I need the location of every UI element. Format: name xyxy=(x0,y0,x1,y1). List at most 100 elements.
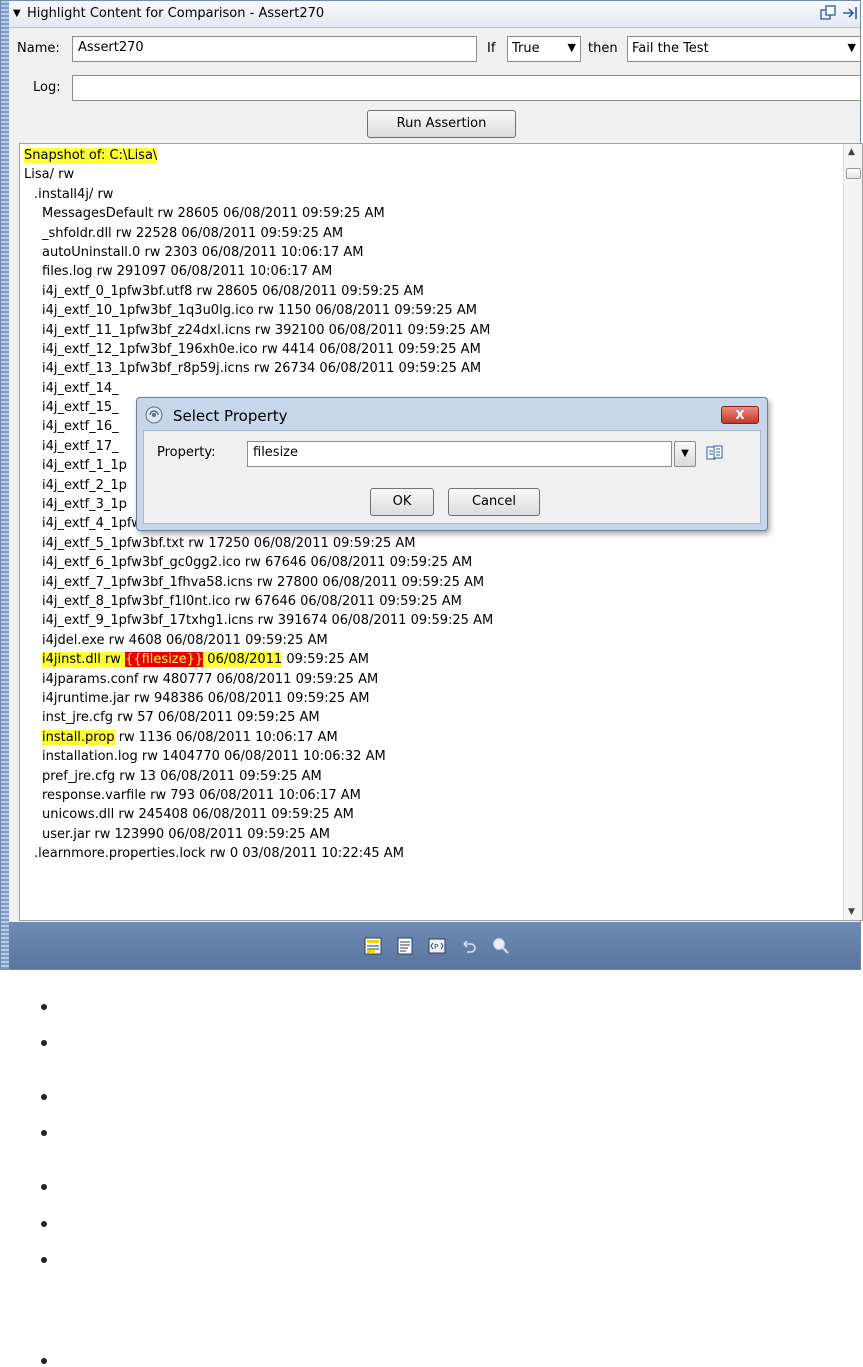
content-line[interactable]: i4j_extf_12_1pfw3bf_196xh0e.ico rw 4414 … xyxy=(24,340,842,359)
line-text: MessagesDefault rw 28605 06/08/2011 09:5… xyxy=(42,206,385,222)
line-text: response.varfile rw 793 06/08/2011 10:06… xyxy=(42,787,361,803)
panel-titlebar: ▼ Highlight Content for Comparison - Ass… xyxy=(9,1,860,28)
snapshot-content-view[interactable]: Snapshot of: C:\Lisa\ Lisa/ rw .install4j/… xyxy=(19,143,863,921)
content-line[interactable]: Snapshot of: C:\Lisa\ xyxy=(24,146,842,165)
dialog-body: Property: filesize ▼ OK Cancel xyxy=(143,430,761,524)
content-line[interactable]: i4j_extf_14_ xyxy=(24,379,842,398)
name-field[interactable]: Assert270 xyxy=(72,36,477,62)
line-text: i4j_extf_12_1pfw3bf_196xh0e.ico rw 4414 … xyxy=(42,341,481,357)
content-line[interactable]: i4jparams.conf rw 480777 06/08/2011 09:5… xyxy=(24,670,842,689)
scrollbar-thumb[interactable] xyxy=(846,168,861,179)
line-text: i4j_extf_2_1p xyxy=(42,477,127,493)
chevron-down-icon: ▼ xyxy=(681,448,689,459)
content-line[interactable]: i4j_extf_11_1pfw3bf_z24dxl.icns rw 39210… xyxy=(24,321,842,340)
content-line[interactable]: i4jdel.exe rw 4608 06/08/2011 09:59:25 A… xyxy=(24,631,842,650)
line-text: i4jparams.conf rw 480777 06/08/2011 09:5… xyxy=(42,671,379,687)
content-line[interactable]: user.jar rw 123990 06/08/2011 09:59:25 A… xyxy=(24,825,842,844)
pin-window-icon[interactable] xyxy=(842,5,858,21)
content-line[interactable]: i4j_extf_6_1pfw3bf_gc0gg2.ico rw 67646 0… xyxy=(24,553,842,572)
chevron-down-icon: ▼ xyxy=(847,41,856,54)
line-text: i4j_extf_6_1pfw3bf_gc0gg2.ico rw 67646 0… xyxy=(42,555,473,571)
content-line[interactable]: .learnmore.properties.lock rw 0 03/08/20… xyxy=(24,844,842,863)
line-text: rw 1136 06/08/2011 10:06:17 AM xyxy=(114,729,338,745)
highlight-icon[interactable] xyxy=(364,937,382,955)
line-text: i4j_extf_17_ xyxy=(42,438,119,454)
float-window-icon[interactable] xyxy=(820,5,836,21)
line-text: i4j_extf_1_1p xyxy=(42,458,127,474)
property-icon[interactable]: P xyxy=(428,937,446,955)
undo-icon[interactable] xyxy=(460,937,478,955)
run-assertion-button[interactable]: Run Assertion xyxy=(367,110,516,138)
vertical-scrollbar[interactable]: ▲ ▼ xyxy=(843,144,862,920)
content-line[interactable]: installation.log rw 1404770 06/08/2011 1… xyxy=(24,747,842,766)
line-text: pref_jre.cfg rw 13 06/08/2011 09:59:25 A… xyxy=(42,768,322,784)
property-dropdown-button[interactable]: ▼ xyxy=(674,441,696,467)
line-text: user.jar rw 123990 06/08/2011 09:59:25 A… xyxy=(42,826,330,842)
line-text: unicows.dll rw 245408 06/08/2011 09:59:2… xyxy=(42,807,354,823)
line-text: i4j_extf_9_1pfw3bf_17txhg1.icns rw 39167… xyxy=(42,613,494,629)
name-label: Name: xyxy=(17,41,60,56)
if-select-value: True xyxy=(512,41,540,56)
content-line[interactable]: i4j_extf_10_1pfw3bf_1q3u0lg.ico rw 1150 … xyxy=(24,301,842,320)
line-text: i4jdel.exe rw 4608 06/08/2011 09:59:25 A… xyxy=(42,632,328,648)
line-text: i4j_extf_14_ xyxy=(42,380,119,396)
line-text: i4j_extf_0_1pfw3bf.utf8 rw 28605 06/08/2… xyxy=(42,283,424,299)
content-line[interactable]: i4jinst.dll rw {{filesize}} 06/08/2011 0… xyxy=(24,650,842,669)
list-bullet xyxy=(41,1221,47,1227)
copy-icon[interactable] xyxy=(706,444,724,462)
line-text: files.log rw 291097 06/08/2011 10:06:17 … xyxy=(42,264,333,280)
line-text: inst_jre.cfg rw 57 06/08/2011 09:59:25 A… xyxy=(42,710,320,726)
content-line[interactable]: _shfoldr.dll rw 22528 06/08/2011 09:59:2… xyxy=(24,224,842,243)
text-view-icon[interactable] xyxy=(396,937,414,955)
content-line[interactable]: Lisa/ rw xyxy=(24,165,842,184)
content-line[interactable]: response.varfile rw 793 06/08/2011 10:06… xyxy=(24,786,842,805)
property-label: Property: xyxy=(157,445,216,460)
line-text: i4j_extf_13_1pfw3bf_r8p59j.icns rw 26734… xyxy=(42,361,482,377)
content-line[interactable]: i4j_extf_13_1pfw3bf_r8p59j.icns rw 26734… xyxy=(24,359,842,378)
highlight-text: Snapshot of: C:\Lisa\ xyxy=(24,148,158,163)
scroll-down-icon[interactable]: ▼ xyxy=(848,907,855,917)
content-line[interactable]: i4j_extf_0_1pfw3bf.utf8 rw 28605 06/08/2… xyxy=(24,282,842,301)
collapse-arrow-icon[interactable]: ▼ xyxy=(13,8,21,19)
content-line[interactable]: i4j_extf_7_1pfw3bf_1fhva58.icns rw 27800… xyxy=(24,573,842,592)
list-bullet xyxy=(41,1130,47,1136)
then-select[interactable]: Fail the Test ▼ xyxy=(627,36,861,62)
line-text: i4j_extf_10_1pfw3bf_1q3u0lg.ico rw 1150 … xyxy=(42,303,477,319)
line-text: i4j_extf_3_1p xyxy=(42,497,127,513)
ok-button[interactable]: OK xyxy=(370,488,434,516)
content-line[interactable]: unicows.dll rw 245408 06/08/2011 09:59:2… xyxy=(24,805,842,824)
highlight-variable: {{filesize}} xyxy=(125,652,204,668)
property-input[interactable]: filesize xyxy=(247,441,672,467)
app-icon xyxy=(145,406,163,424)
svg-text:P: P xyxy=(434,943,438,951)
content-line[interactable]: files.log rw 291097 06/08/2011 10:06:17 … xyxy=(24,262,842,281)
line-text: autoUninstall.0 rw 2303 06/08/2011 10:06… xyxy=(42,244,364,260)
log-field[interactable] xyxy=(72,75,861,101)
content-line[interactable]: i4j_extf_9_1pfw3bf_17txhg1.icns rw 39167… xyxy=(24,611,842,630)
chevron-down-icon: ▼ xyxy=(567,41,576,54)
content-line[interactable]: MessagesDefault rw 28605 06/08/2011 09:5… xyxy=(24,204,842,223)
log-label: Log: xyxy=(33,80,61,95)
list-bullet xyxy=(41,1257,47,1263)
content-line[interactable]: i4j_extf_5_1pfw3bf.txt rw 17250 06/08/20… xyxy=(24,534,842,553)
if-select[interactable]: True ▼ xyxy=(507,36,581,62)
scroll-up-icon[interactable]: ▲ xyxy=(848,147,855,157)
line-text: Lisa/ rw xyxy=(24,167,75,183)
line-text: i4j_extf_8_1pfw3bf_f1l0nt.ico rw 67646 0… xyxy=(42,593,462,609)
content-line[interactable]: i4j_extf_8_1pfw3bf_f1l0nt.ico rw 67646 0… xyxy=(24,592,842,611)
panel-drag-strip[interactable] xyxy=(1,1,9,969)
content-line[interactable]: .install4j/ rw xyxy=(24,185,842,204)
content-line[interactable]: i4jruntime.jar rw 948386 06/08/2011 09:5… xyxy=(24,689,842,708)
content-line[interactable]: install.prop rw 1136 06/08/2011 10:06:17… xyxy=(24,728,842,747)
line-text: _shfoldr.dll rw 22528 06/08/2011 09:59:2… xyxy=(42,225,344,241)
cancel-button[interactable]: Cancel xyxy=(448,488,540,516)
list-bullet xyxy=(41,1184,47,1190)
content-line[interactable]: autoUninstall.0 rw 2303 06/08/2011 10:06… xyxy=(24,243,842,262)
search-icon[interactable] xyxy=(492,937,510,955)
content-line[interactable]: inst_jre.cfg rw 57 06/08/2011 09:59:25 A… xyxy=(24,708,842,727)
close-button[interactable]: X xyxy=(721,406,759,424)
then-label: then xyxy=(588,41,618,56)
line-text: i4jruntime.jar rw 948386 06/08/2011 09:5… xyxy=(42,690,370,706)
list-bullet xyxy=(41,1094,47,1100)
content-line[interactable]: pref_jre.cfg rw 13 06/08/2011 09:59:25 A… xyxy=(24,767,842,786)
